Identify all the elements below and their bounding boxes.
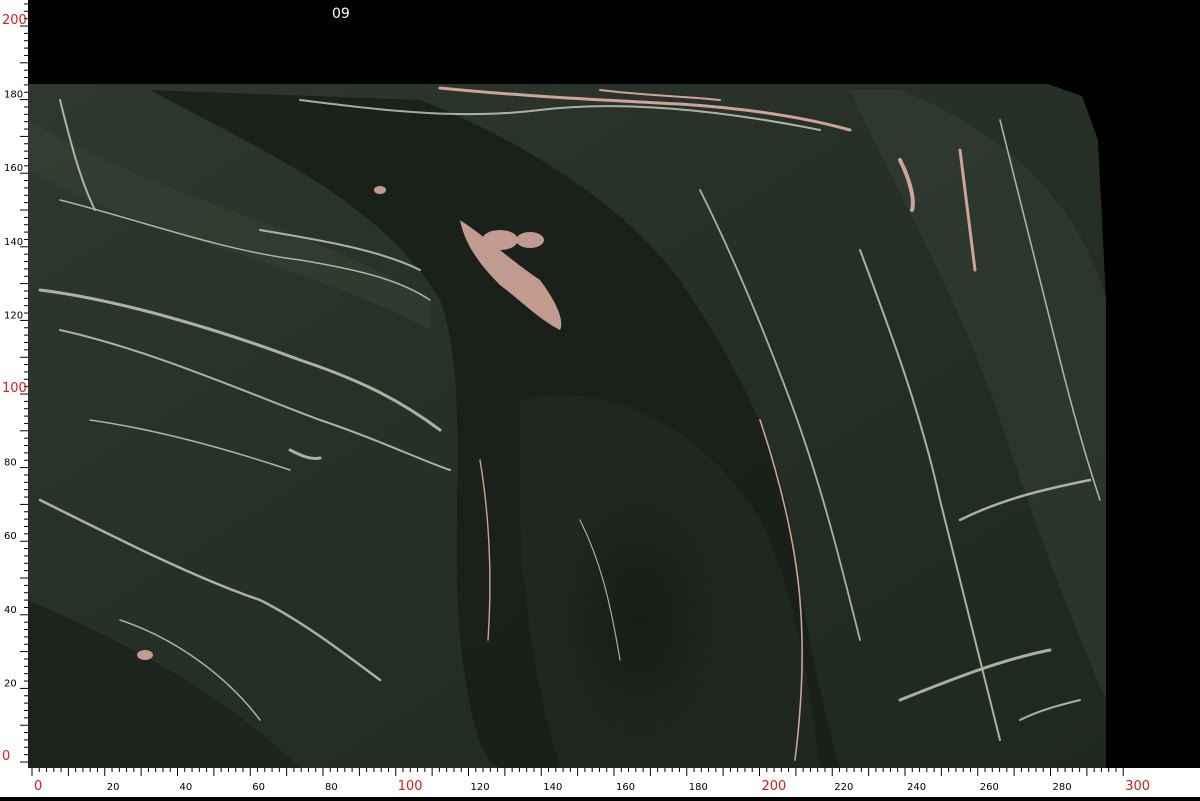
y-ruler-label: 40 xyxy=(4,605,17,616)
slab-canvas: 0 20 40 60 80 100 120 140 160 180 200 220 240 260 280 3… xyxy=(0,0,1200,797)
y-ruler-label: 160 xyxy=(4,163,23,174)
x-ruler-label: 280 xyxy=(1053,782,1072,793)
granite-slab-image xyxy=(28,84,1106,768)
y-ruler-label: 20 xyxy=(4,678,17,689)
x-ruler-label: 220 xyxy=(834,782,853,793)
x-ruler-label: 80 xyxy=(325,782,338,793)
y-ruler-label: 140 xyxy=(4,237,23,248)
y-ruler-label: 100 xyxy=(2,381,27,396)
y-ruler-label: 200 xyxy=(2,13,27,28)
x-ruler-label: 0 xyxy=(34,779,42,794)
x-ruler-label: 260 xyxy=(980,782,999,793)
x-ruler-label: 40 xyxy=(180,782,193,793)
x-ruler-label: 140 xyxy=(543,782,562,793)
y-ruler-label: 0 xyxy=(2,749,10,764)
x-ruler-label: 60 xyxy=(252,782,265,793)
x-ruler-label: 180 xyxy=(689,782,708,793)
y-ruler-label: 60 xyxy=(4,531,17,542)
x-ruler-label: 100 xyxy=(398,779,423,794)
slab-viewer: 0 20 40 60 80 100 120 140 160 180 200 220 240 260 280 3… xyxy=(0,0,1200,797)
x-ruler-label: 200 xyxy=(762,779,787,794)
x-ruler-label: 20 xyxy=(107,782,120,793)
y-ruler-label: 180 xyxy=(4,90,23,101)
x-ruler-label: 120 xyxy=(471,782,490,793)
x-ruler-label: 300 xyxy=(1125,779,1150,794)
y-ruler-label: 120 xyxy=(4,310,23,321)
x-ruler-label: 160 xyxy=(616,782,635,793)
x-ruler-label: 240 xyxy=(907,782,926,793)
slab-number-label: 09 xyxy=(332,6,350,22)
y-ruler-label: 80 xyxy=(4,458,17,469)
